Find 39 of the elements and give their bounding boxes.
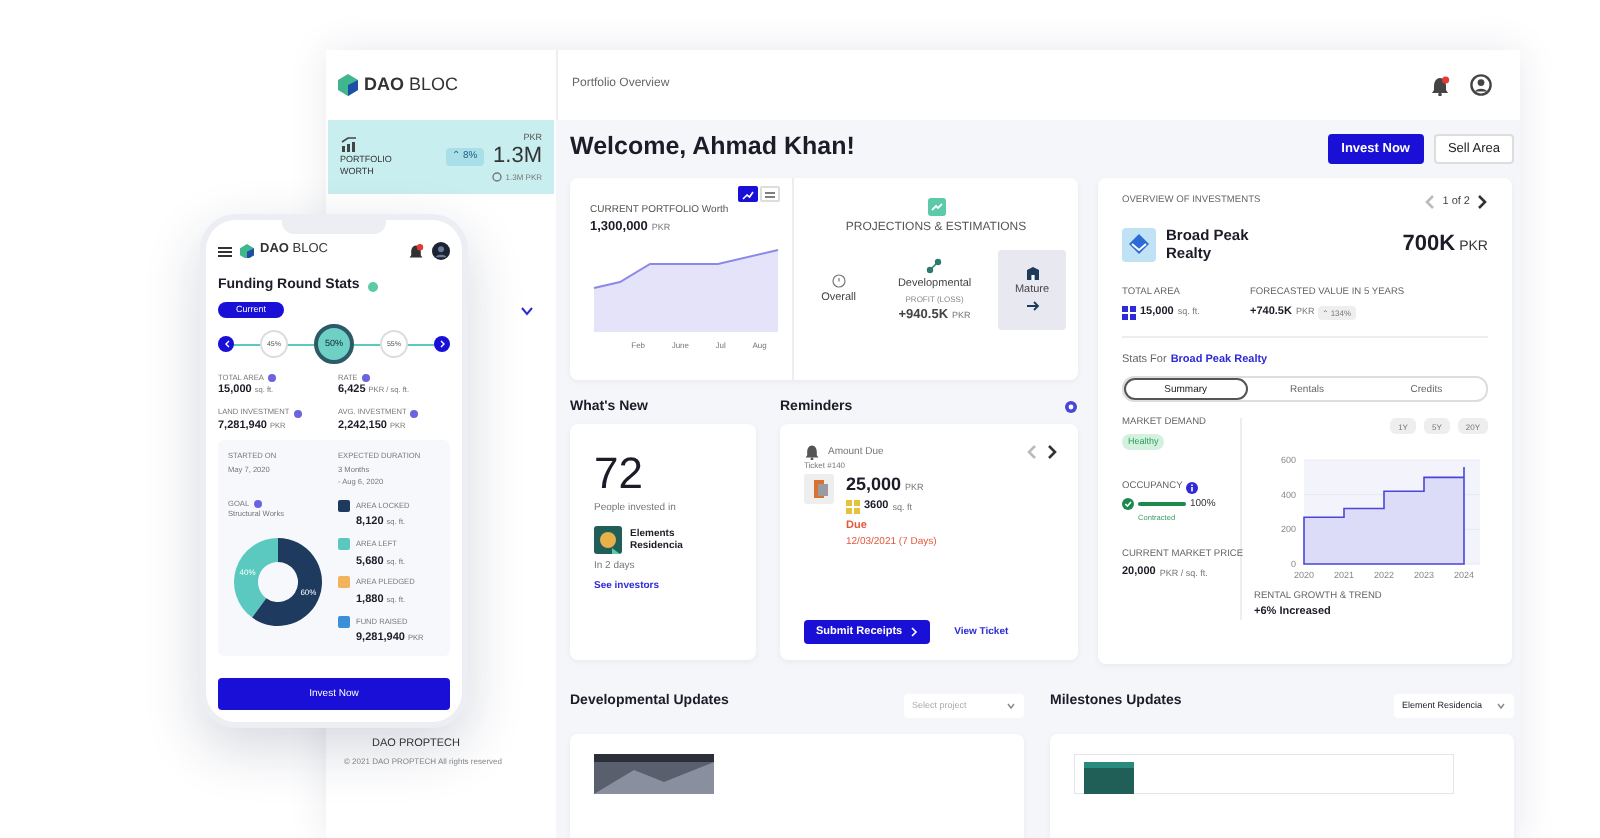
worth-value: 1.3M	[493, 143, 542, 172]
logo-icon	[338, 74, 358, 96]
chevron-down-icon	[1496, 702, 1506, 710]
building-icon	[1025, 266, 1039, 280]
chart-icon	[742, 189, 754, 199]
menu-icon[interactable]	[218, 245, 232, 257]
logo-text: DAO BLOC	[364, 73, 459, 97]
grid-icon	[1122, 305, 1136, 319]
chevron-right-icon[interactable]	[1476, 194, 1488, 210]
list-icon	[764, 189, 776, 199]
company-logo	[1122, 228, 1156, 262]
chevron-down-icon	[1006, 702, 1016, 710]
view-toggle-button[interactable]	[738, 186, 758, 202]
project-logo	[594, 526, 622, 555]
ticket-thumbnail	[804, 474, 834, 504]
investment-value: 700K	[1402, 231, 1456, 259]
chevron-right-icon	[439, 339, 445, 348]
amount: 25,000	[846, 474, 902, 497]
grid-icon	[846, 500, 860, 515]
investor-count: 72	[594, 452, 645, 496]
avatar-icon[interactable]	[432, 242, 450, 260]
arrow-right-icon	[1025, 300, 1039, 312]
check-icon	[1122, 498, 1134, 511]
bell-icon[interactable]	[1430, 75, 1450, 95]
bell-icon[interactable]	[408, 243, 424, 259]
clock-icon	[831, 274, 846, 288]
bell-icon[interactable]	[804, 444, 820, 460]
previous-button[interactable]	[218, 335, 234, 352]
chevron-right-icon	[910, 626, 919, 638]
chevron-down-icon[interactable]	[520, 306, 534, 316]
logo-icon	[240, 243, 254, 259]
user-icon[interactable]	[1470, 74, 1492, 96]
welcome-heading: Welcome, Ahmad Khan!	[570, 132, 855, 164]
chevron-left-icon	[223, 339, 229, 348]
projection-icon	[927, 198, 945, 216]
next-button[interactable]	[434, 335, 450, 352]
growth-icon	[340, 136, 358, 153]
nodes-icon	[926, 257, 943, 273]
chevron-right-icon[interactable]	[1046, 444, 1058, 460]
